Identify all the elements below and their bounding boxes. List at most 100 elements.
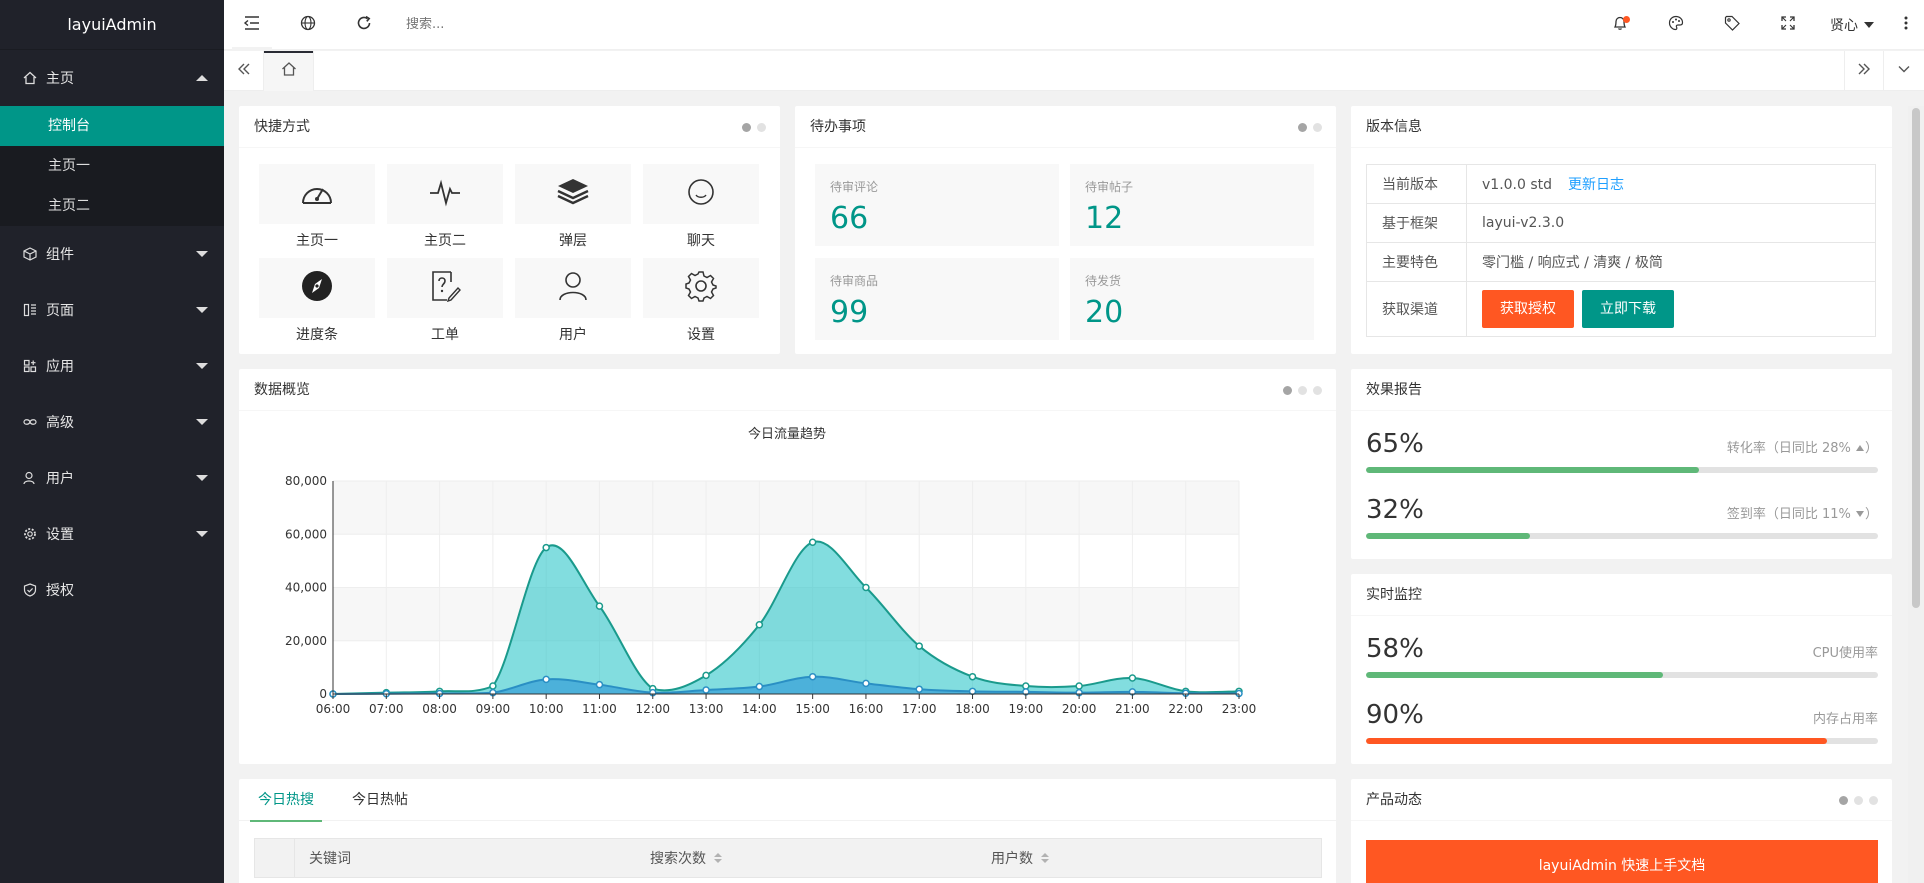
- data-point[interactable]: [542, 543, 550, 552]
- sidebar-item-senior[interactable]: 高级: [0, 394, 224, 450]
- note-button[interactable]: [1704, 0, 1760, 50]
- sidebar-item-settings[interactable]: 设置: [0, 506, 224, 562]
- y-tick-label: 80,000: [285, 474, 327, 488]
- data-point[interactable]: [968, 687, 977, 696]
- search-input[interactable]: [406, 17, 606, 32]
- shortcut-user[interactable]: [515, 258, 631, 318]
- notification-button[interactable]: [1592, 0, 1648, 50]
- shortcut-chat[interactable]: [643, 164, 759, 224]
- carousel-dots[interactable]: [742, 123, 766, 132]
- scrollbar-thumb[interactable]: [1912, 108, 1920, 608]
- shortcut-home2[interactable]: [387, 164, 503, 224]
- shortcuts-card: 快捷方式 主页一 主页二 弹层 聊天 进度条 工单 用户 设置: [239, 106, 780, 354]
- sidebar-item-components[interactable]: 组件: [0, 226, 224, 282]
- data-point[interactable]: [542, 675, 550, 684]
- data-point[interactable]: [702, 671, 710, 680]
- gear-icon: [22, 526, 38, 542]
- tabs-menu-button[interactable]: [1884, 51, 1924, 91]
- changelog-link[interactable]: 更新日志: [1568, 177, 1624, 193]
- shortcut-ticket[interactable]: [387, 258, 503, 318]
- data-point[interactable]: [808, 538, 817, 546]
- double-chevron-right-icon: [1857, 62, 1871, 80]
- todo-count: 99: [830, 295, 869, 330]
- sidebar-item-users[interactable]: 用户: [0, 450, 224, 506]
- app-logo[interactable]: layuiAdmin: [0, 0, 224, 50]
- tabs-scroll-right-button[interactable]: [1844, 51, 1884, 91]
- tab-home[interactable]: [264, 51, 314, 91]
- data-point[interactable]: [595, 602, 604, 610]
- user-menu[interactable]: 贤心: [1816, 0, 1888, 50]
- shortcut-label: 进度条: [296, 327, 338, 343]
- data-point[interactable]: [1128, 674, 1137, 682]
- table-checkbox-col: [255, 839, 295, 877]
- column-user-count[interactable]: 用户数: [977, 839, 1321, 877]
- data-point[interactable]: [968, 672, 977, 681]
- chevron-down-icon: [196, 251, 208, 257]
- sidebar-subitem-console[interactable]: 控制台: [0, 106, 224, 146]
- shortcut-layer[interactable]: [515, 164, 631, 224]
- todo-pending-shipment[interactable]: 待发货 20: [1070, 258, 1314, 340]
- menu-toggle-button[interactable]: [224, 0, 280, 50]
- shortcut-settings[interactable]: [643, 258, 759, 318]
- tab-today-hot-search[interactable]: 今日热搜: [250, 779, 322, 822]
- effect-report-card: 效果报告 65% 转化率（日同比 28% ） 32% 签到率（日同比 11% ）: [1351, 369, 1892, 559]
- version-number: v1.0.0 std: [1482, 177, 1553, 193]
- card-header: 产品动态: [1351, 779, 1892, 821]
- cpu-usage-row: 58% CPU使用率: [1366, 634, 1878, 678]
- menu-fold-icon: [243, 15, 261, 35]
- page-scrollbar[interactable]: [1908, 106, 1924, 883]
- shortcut-home1[interactable]: [259, 164, 375, 224]
- memory-progress: [1366, 738, 1878, 744]
- data-point[interactable]: [862, 583, 870, 592]
- chart-pulse-icon: [428, 177, 462, 211]
- sort-icon[interactable]: [1041, 853, 1049, 863]
- data-point[interactable]: [595, 680, 604, 689]
- more-button[interactable]: [1888, 0, 1924, 50]
- refresh-button[interactable]: [336, 0, 392, 50]
- theme-button[interactable]: [1648, 0, 1704, 50]
- get-license-button[interactable]: 获取授权: [1482, 290, 1574, 328]
- data-point[interactable]: [808, 672, 817, 681]
- todo-card: 待办事项 待审评论 66 待审帖子 12 待审商品 99 待发货 20: [795, 106, 1336, 354]
- checkin-rate-label: 签到率（日同比 11% ）: [1726, 507, 1878, 522]
- tab-today-hot-posts[interactable]: 今日热帖: [348, 779, 412, 821]
- download-button[interactable]: 立即下载: [1582, 290, 1674, 328]
- todo-pending-posts[interactable]: 待审帖子 12: [1070, 164, 1314, 246]
- sidebar-subitem-home1[interactable]: 主页一: [0, 146, 224, 186]
- sidebar-subitem-home2[interactable]: 主页二: [0, 186, 224, 226]
- sidebar-item-pages[interactable]: 页面: [0, 282, 224, 338]
- data-point[interactable]: [915, 642, 923, 650]
- checkin-rate-value: 32%: [1366, 495, 1424, 525]
- sidebar-item-auth[interactable]: 授权: [0, 562, 224, 618]
- data-point[interactable]: [755, 621, 764, 629]
- progress-fill: [1366, 467, 1699, 473]
- grid-band: [333, 481, 1239, 535]
- sidebar-item-apps[interactable]: 应用: [0, 338, 224, 394]
- data-point[interactable]: [1075, 682, 1083, 690]
- data-point[interactable]: [702, 686, 710, 694]
- carousel-dots[interactable]: [1283, 386, 1322, 395]
- tabs-scroll-left-button[interactable]: [224, 51, 264, 91]
- double-chevron-left-icon: [237, 62, 251, 80]
- data-point[interactable]: [915, 685, 923, 693]
- data-point[interactable]: [755, 682, 764, 691]
- chevron-down-icon: [1897, 62, 1911, 80]
- sort-icon[interactable]: [714, 853, 722, 863]
- carousel-dots[interactable]: [1839, 796, 1878, 805]
- data-point[interactable]: [1022, 682, 1030, 690]
- sidebar-item-home[interactable]: 主页: [0, 50, 224, 106]
- ticket-icon: [429, 270, 461, 306]
- todo-count: 20: [1085, 295, 1124, 330]
- carousel-dots[interactable]: [1298, 123, 1322, 132]
- todo-pending-comments[interactable]: 待审评论 66: [815, 164, 1059, 246]
- todo-pending-goods[interactable]: 待审商品 99: [815, 258, 1059, 340]
- fullscreen-button[interactable]: [1760, 0, 1816, 50]
- page-tabs-bar: [224, 51, 1924, 91]
- column-search-count[interactable]: 搜索次数: [636, 839, 977, 877]
- card-title: 实时监控: [1366, 587, 1422, 603]
- website-button[interactable]: [280, 0, 336, 50]
- data-point[interactable]: [862, 679, 870, 688]
- quickstart-doc-button[interactable]: layuiAdmin 快速上手文档: [1366, 840, 1878, 883]
- data-point[interactable]: [489, 682, 497, 690]
- shortcut-progress[interactable]: [259, 258, 375, 318]
